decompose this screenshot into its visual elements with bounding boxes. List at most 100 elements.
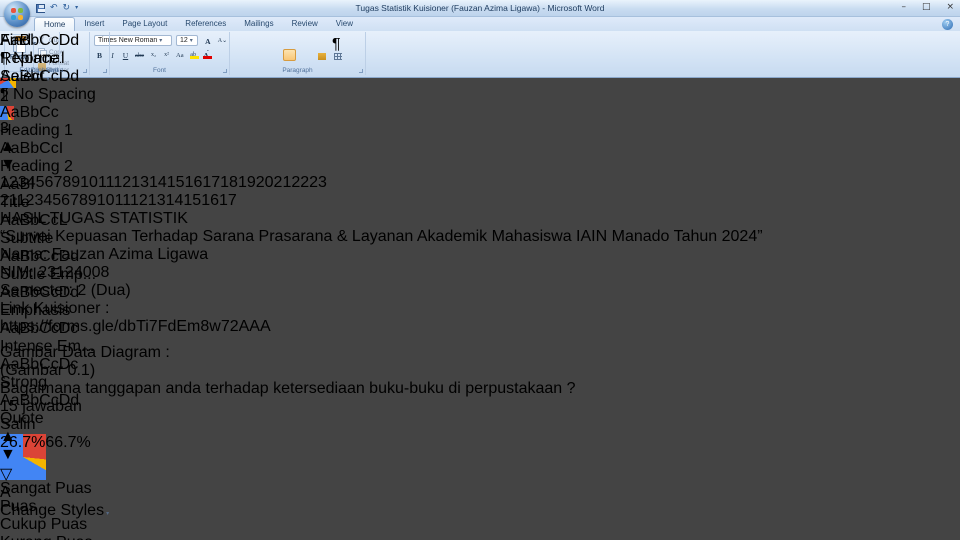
shading-button[interactable] [315,49,328,61]
style-name: Heading 2 [0,158,73,175]
highlight-button[interactable]: ab [188,49,199,60]
style-name: ¶ No Spacing [0,86,96,103]
thumbnail-page-number: 3 [0,120,9,137]
style-intense-em-[interactable]: AaBbCcDc Intense Em... [0,320,109,356]
style-preview: AaBbCc [0,104,59,121]
redo-icon[interactable]: ↻ [63,2,71,14]
style-name: Strong [0,374,48,391]
gallery-more-icon[interactable]: ▽ [0,464,109,484]
font-color-button[interactable]: A [201,49,212,60]
strikethrough-button[interactable]: abc [133,49,146,60]
paragraph-dialog-launcher[interactable] [359,69,363,73]
office-logo-icon [11,8,23,20]
copy-button[interactable]: Salin [0,416,960,434]
numbering-icon [254,39,262,46]
change-styles-button[interactable]: A Change Styles ▾ [0,484,109,520]
align-right-button[interactable] [267,49,280,61]
undo-icon[interactable]: ↶ [50,2,58,14]
identity-field: Nama: Fauzan Azima Ligawa [0,246,960,264]
identity-field: NIM: 23124008 [0,264,960,282]
shrink-font-button[interactable]: A⌄ [216,35,229,46]
tab-review[interactable]: Review [283,17,327,31]
ruler-number: 15 [183,192,202,209]
font-size-select[interactable]: 12 ▾ [176,35,198,46]
show-paragraph-marks-button[interactable]: ¶ [331,35,344,53]
style-gallery: AaBbCcDd ¶ Normal AaBbCcDd ¶ No Spacing AaBb… [0,32,109,428]
chart-response-count: 15 jawaban [0,398,82,415]
form-chart-card: Bagaimana tanggapan anda terhadap keters… [0,380,960,540]
figure-caption: (Gambar 0.1) [0,362,96,379]
change-case-button[interactable]: Aa [174,49,186,60]
bullets-button[interactable] [235,35,248,47]
find-button[interactable]: Find ▾ [0,32,59,50]
style-subtle-emp-[interactable]: AaBbCcDd Subtle Emp... [0,248,109,284]
document-page-1[interactable]: HASIL TUGAS STATISTIK “Survei Kepuasan T… [0,210,960,540]
borders-button[interactable] [331,49,344,61]
tab-view[interactable]: View [327,17,362,31]
style-heading-1[interactable]: AaBbCc Heading 1 [0,104,109,140]
save-icon[interactable] [36,3,45,13]
gallery-up-icon[interactable]: ▲ [0,428,109,446]
decrease-indent-button[interactable] [283,35,296,47]
legend-item: Cukup Puas [0,516,960,534]
close-button[interactable]: × [946,2,954,12]
tab-mailings[interactable]: Mailings [235,17,282,31]
qat-dropdown-icon[interactable]: ▾ [75,2,78,14]
gallery-down-icon[interactable]: ▼ [0,446,109,464]
tab-home[interactable]: Home [34,17,76,31]
maximize-button[interactable]: □ [922,2,931,12]
page-thumbnail-3[interactable] [0,106,960,120]
increase-indent-button[interactable] [299,35,312,47]
style-title[interactable]: AaBI Title [0,176,109,212]
align-left-icon [238,53,246,60]
ruler-number: 17 [218,192,237,209]
quick-access-toolbar: ↶ ↻ ▾ [36,2,78,14]
underline-button[interactable]: U [120,49,131,60]
style-name: Subtitle [0,230,54,247]
doc-subtitle: “Survei Kepuasan Terhadap Sarana Prasara… [0,228,763,245]
styles-dialog-launcher[interactable] [103,69,108,73]
style-name: Title [0,194,30,211]
word-window: ↶ ↻ ▾ Tugas Statistik Kuisioner (Fauzan … [0,0,960,540]
ruler-number: 23 [309,174,327,191]
style-heading-2[interactable]: AaBbCcI Heading 2 [0,140,109,176]
horizontal-ruler: 211234567891011121314151617 [0,192,960,210]
decrease-indent-icon [286,39,294,46]
grow-font-button[interactable]: A´ [202,35,214,57]
multilevel-list-button[interactable] [267,35,280,47]
line-spacing-icon [302,53,310,60]
font-group: Times New Roman ▾ 12 ▾ A´ A⌄ B I U abc x₂ … [90,32,230,75]
superscript-button[interactable]: x² [161,49,172,60]
identity-field: Semester: 2 (Dua) [0,282,960,300]
line-spacing-button[interactable] [299,49,312,61]
numbering-button[interactable] [251,35,264,47]
sort-button[interactable] [315,35,328,47]
font-dialog-launcher[interactable] [223,69,227,73]
office-button[interactable] [4,1,30,27]
scroll-up-icon[interactable]: ▲ [0,138,960,156]
justify-button[interactable] [283,49,296,61]
subscript-button[interactable]: x₂ [148,49,159,60]
identity-fields: Nama: Fauzan Azima Ligawa NIM: 23124008 Se… [0,246,960,300]
editing-group-label: Editing [19,67,40,74]
minimize-button[interactable]: – [901,2,906,12]
style-strong[interactable]: AaBbCcDc Strong [0,356,109,392]
help-icon[interactable]: ? [942,19,953,30]
style-emphasis[interactable]: AaBbCcDd Emphasis [0,284,109,320]
tab-references[interactable]: References [176,17,235,31]
window-title: Tugas Statistik Kuisioner (Fauzan Azima … [355,3,605,13]
scroll-down-icon[interactable]: ▼ [0,156,960,174]
font-group-label: Font [152,67,166,74]
tab-page-layout[interactable]: Page Layout [113,17,176,31]
ruler-number: 18 [220,174,238,191]
style-subtitle[interactable]: AaBbCcL Subtitle [0,212,109,248]
ruler-number: 13 [147,192,166,209]
style-preview: AaBbCcDc [0,320,79,337]
style-quote[interactable]: AaBbCcDd Quote [0,392,109,428]
align-center-button[interactable] [251,49,264,61]
tab-insert[interactable]: Insert [75,17,113,31]
thumbnail-wrap: 3 [0,106,960,138]
vertical-ruler: 1234567891011121314151617181920212223 [0,174,960,192]
replace-button[interactable]: Replace [0,50,59,68]
align-left-button[interactable] [235,49,248,61]
